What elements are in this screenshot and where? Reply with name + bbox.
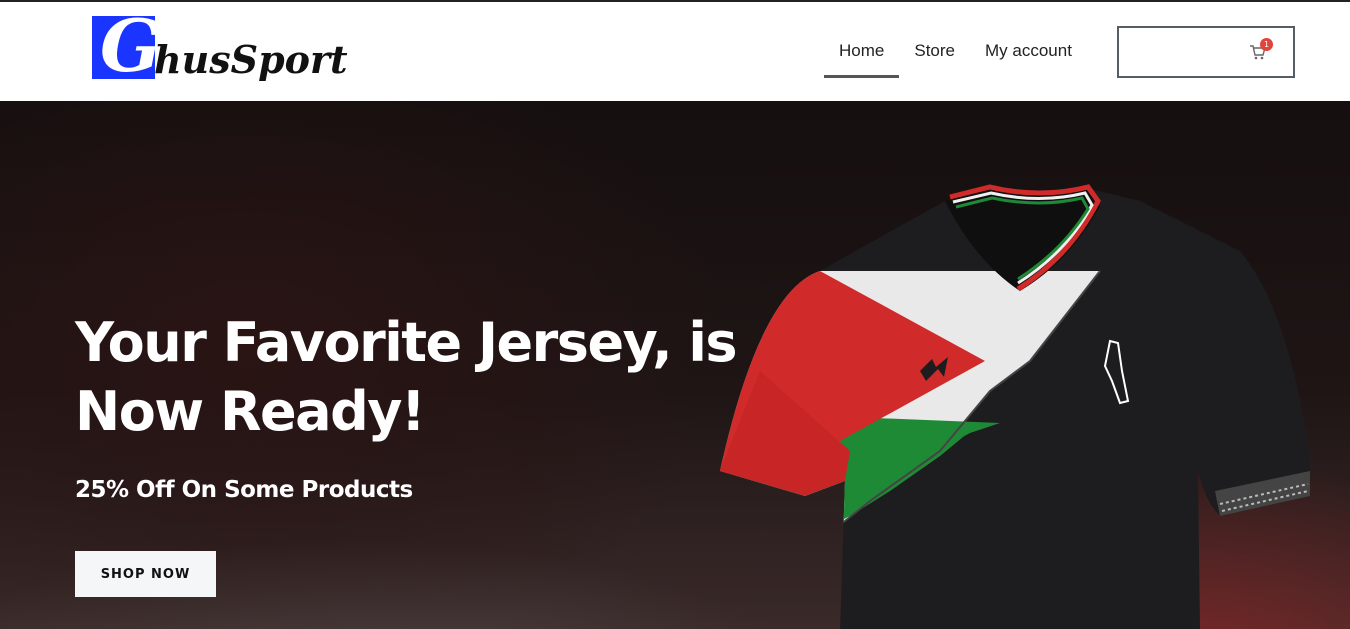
cart-button[interactable]: 1 — [1117, 26, 1295, 78]
nav-store[interactable]: Store — [899, 32, 970, 78]
main-nav: Home Store My account — [824, 32, 1087, 78]
hero-title: Your Favorite Jersey, is Now Ready! — [75, 311, 738, 443]
site-logo[interactable]: G husSport — [92, 10, 352, 86]
logo-letter: G — [100, 3, 162, 88]
cart-count-badge: 1 — [1260, 38, 1273, 51]
hero-subtitle: 25% Off On Some Products — [75, 477, 413, 503]
nav-my-account[interactable]: My account — [970, 32, 1087, 78]
hero-banner: Your Favorite Jersey, is Now Ready! 25% … — [0, 101, 1350, 629]
site-header: G husSport Home Store My account 1 — [0, 2, 1350, 101]
nav-home[interactable]: Home — [824, 32, 900, 78]
shop-now-button[interactable]: SHOP NOW — [75, 551, 216, 597]
logo-text: husSport — [154, 37, 348, 82]
jersey-image — [720, 184, 1310, 629]
